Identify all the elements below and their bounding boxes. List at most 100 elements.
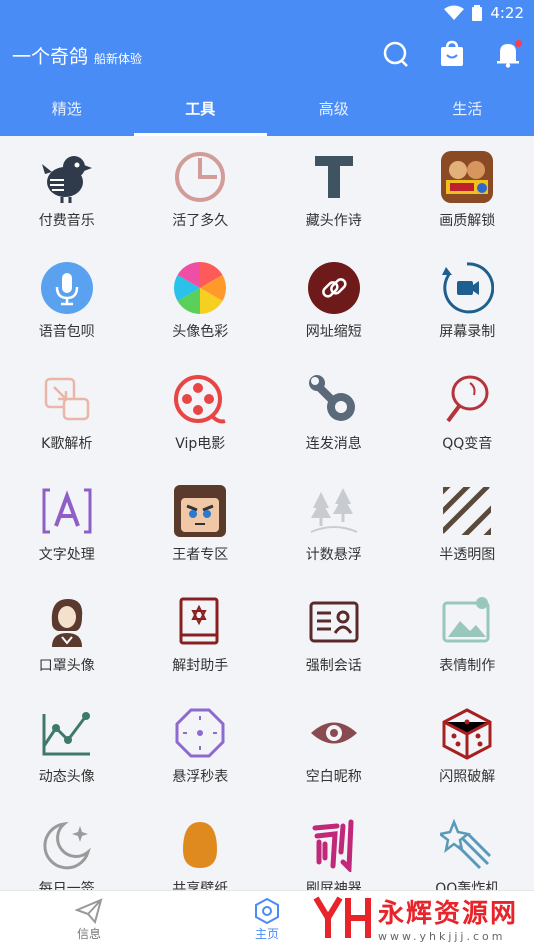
watermark: 永辉资源网 www.yhkjjj.com bbox=[312, 893, 518, 943]
tool-label: 藏头作诗 bbox=[305, 213, 362, 229]
tool-label: 空白昵称 bbox=[305, 769, 362, 786]
tool-label: 画质解锁 bbox=[439, 213, 496, 229]
tool-label: K歌解析 bbox=[41, 435, 93, 452]
tool-item[interactable]: 半透明图 bbox=[401, 470, 534, 581]
tool-item[interactable]: 文字处理 bbox=[0, 470, 134, 581]
tool-item[interactable]: 付费音乐 bbox=[0, 136, 134, 247]
tool-item[interactable]: 计数悬浮 bbox=[267, 470, 401, 581]
tool-label: 文字处理 bbox=[38, 546, 95, 563]
octagon-clock-icon bbox=[173, 706, 227, 760]
tool-label: 计数悬浮 bbox=[305, 546, 362, 563]
tool-label: 解封助手 bbox=[172, 658, 229, 675]
tool-label: 网址缩短 bbox=[305, 324, 362, 341]
tool-item[interactable]: K歌解析 bbox=[0, 359, 134, 470]
status-time: 4:22 bbox=[490, 4, 524, 22]
tool-label: QQ变音 bbox=[442, 435, 493, 452]
tool-item[interactable]: QQ轰炸机 bbox=[401, 804, 534, 890]
comet-icon bbox=[440, 818, 494, 872]
moon-icon bbox=[40, 818, 94, 872]
search-icon[interactable] bbox=[382, 40, 410, 68]
tool-label: 悬浮秒表 bbox=[172, 769, 229, 786]
image-icon bbox=[440, 595, 494, 649]
tool-item[interactable]: 屏幕录制 bbox=[401, 247, 534, 358]
tool-label: 屏幕录制 bbox=[439, 324, 496, 341]
eye-icon bbox=[307, 706, 361, 760]
id-card-icon bbox=[307, 595, 361, 649]
tool-item[interactable]: 连发消息 bbox=[267, 359, 401, 470]
category-tabs: 精选 工具 高级 生活 bbox=[0, 82, 534, 136]
letter-t-icon bbox=[307, 150, 361, 204]
tool-item[interactable]: 头像色彩 bbox=[134, 247, 268, 358]
tool-item[interactable]: 网址缩短 bbox=[267, 247, 401, 358]
tool-label: 头像色彩 bbox=[172, 324, 229, 341]
tool-item[interactable]: 共享壁纸 bbox=[134, 804, 268, 890]
tab-tools[interactable]: 工具 bbox=[133, 82, 268, 136]
link-icon bbox=[307, 261, 361, 315]
nav-messages[interactable]: 信息 bbox=[0, 891, 178, 949]
book-star-icon bbox=[173, 595, 227, 649]
tab-life[interactable]: 生活 bbox=[401, 82, 534, 136]
app-title-group: 一个奇鸽 船新体验 bbox=[12, 42, 142, 69]
tool-grid: 付费音乐 活了多久 藏头作诗 画质解锁 语音包呗 头像色彩 网址缩短 屏幕录制 … bbox=[0, 136, 534, 890]
egg-icon bbox=[173, 818, 227, 872]
tool-item[interactable]: 解封助手 bbox=[134, 581, 268, 692]
tool-item[interactable]: 表情制作 bbox=[401, 581, 534, 692]
tool-label: 闪照破解 bbox=[439, 769, 496, 786]
paper-plane-icon bbox=[0, 897, 178, 925]
tool-label: Vip电影 bbox=[175, 435, 226, 452]
racket-icon bbox=[440, 373, 494, 427]
tool-label: 表情制作 bbox=[439, 658, 496, 675]
trees-icon bbox=[307, 484, 361, 538]
app-bar: 一个奇鸽 船新体验 bbox=[0, 28, 534, 82]
screen-record-icon bbox=[440, 261, 495, 315]
status-bar: 4:22 bbox=[0, 0, 534, 28]
tool-item[interactable]: 活了多久 bbox=[134, 136, 268, 247]
tool-label: 活了多久 bbox=[172, 213, 229, 229]
watermark-title: 永辉资源网 bbox=[377, 899, 518, 929]
tool-label: 每日一签 bbox=[38, 880, 95, 890]
status-icons: 4:22 bbox=[444, 4, 524, 22]
pie-clock-icon bbox=[173, 150, 227, 204]
tool-item[interactable]: 闪照破解 bbox=[401, 692, 534, 803]
tool-item[interactable]: 刷屏神器 bbox=[267, 804, 401, 890]
tab-advanced[interactable]: 高级 bbox=[267, 82, 401, 136]
tool-label: 强制会话 bbox=[305, 658, 362, 675]
line-chart-icon bbox=[40, 706, 94, 760]
brush-char-icon bbox=[307, 818, 361, 872]
bell-icon[interactable] bbox=[494, 40, 522, 68]
text-frame-icon bbox=[40, 484, 94, 538]
tool-label: QQ轰炸机 bbox=[435, 880, 500, 890]
dice-icon bbox=[440, 706, 494, 761]
tool-item[interactable]: 王者专区 bbox=[134, 470, 268, 581]
film-reel-icon bbox=[173, 373, 227, 427]
tool-label: 付费音乐 bbox=[38, 213, 95, 229]
notification-dot bbox=[515, 40, 522, 47]
nav-messages-label: 信息 bbox=[76, 927, 101, 941]
woman-avatar-icon bbox=[40, 595, 94, 649]
resize-icon bbox=[40, 373, 94, 427]
battery-icon bbox=[472, 5, 483, 21]
tool-label: 口罩头像 bbox=[38, 658, 95, 675]
tool-label: 半透明图 bbox=[439, 546, 496, 563]
bird-icon bbox=[40, 150, 94, 204]
tool-item[interactable]: 藏头作诗 bbox=[267, 136, 401, 247]
stripes-icon bbox=[440, 484, 494, 538]
tool-item[interactable]: Vip电影 bbox=[134, 359, 268, 470]
tool-item[interactable]: 悬浮秒表 bbox=[134, 692, 268, 803]
tool-item[interactable]: 动态头像 bbox=[0, 692, 134, 803]
tool-item[interactable]: 语音包呗 bbox=[0, 247, 134, 358]
tool-item[interactable]: 画质解锁 bbox=[401, 136, 534, 247]
tool-label: 连发消息 bbox=[305, 435, 362, 452]
tool-item[interactable]: QQ变音 bbox=[401, 359, 534, 470]
wrench-gear-icon bbox=[307, 373, 361, 427]
tool-item[interactable]: 口罩头像 bbox=[0, 581, 134, 692]
app-subtitle: 船新体验 bbox=[94, 52, 143, 66]
tool-item[interactable]: 每日一签 bbox=[0, 804, 134, 890]
watermark-url: www.yhkjjj.com bbox=[377, 930, 506, 943]
tab-featured[interactable]: 精选 bbox=[0, 82, 134, 136]
tool-item[interactable]: 空白昵称 bbox=[267, 692, 401, 803]
tool-label: 共享壁纸 bbox=[172, 880, 229, 890]
tool-item[interactable]: 强制会话 bbox=[267, 581, 401, 692]
shop-bag-icon[interactable] bbox=[438, 40, 466, 68]
tool-label: 刷屏神器 bbox=[305, 880, 362, 890]
